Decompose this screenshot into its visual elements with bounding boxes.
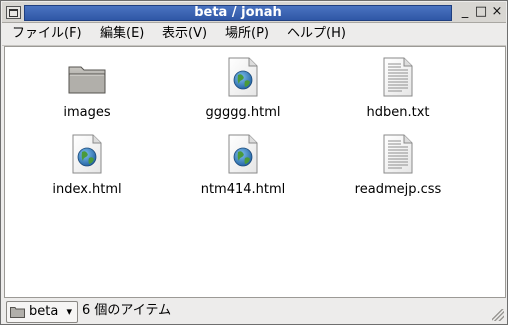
menu-file[interactable]: ファイル(F) xyxy=(12,26,82,42)
item-count: 6 個のアイテム xyxy=(82,303,172,318)
file-item-images[interactable]: images xyxy=(27,51,147,123)
maximize-button[interactable]: □ xyxy=(474,5,488,19)
menu-places[interactable]: 場所(P) xyxy=(225,26,269,42)
file-name: images xyxy=(63,105,111,120)
window-menu-icon[interactable] xyxy=(6,6,21,19)
status-bar: beta ▾ 6 個のアイテム xyxy=(2,298,506,323)
location-dropdown[interactable]: beta ▾ xyxy=(6,301,78,323)
resize-grip[interactable] xyxy=(492,309,504,321)
window-title: beta / jonah xyxy=(194,5,282,20)
file-item-readmejp-css[interactable]: readmejp.css xyxy=(338,128,458,200)
file-name: index.html xyxy=(52,182,122,197)
location-label: beta xyxy=(29,304,59,319)
menu-help[interactable]: ヘルプ(H) xyxy=(287,26,346,42)
text-file-icon xyxy=(383,57,413,97)
menu-edit[interactable]: 編集(E) xyxy=(100,26,144,42)
title-bar[interactable]: beta / jonah _ □ × xyxy=(2,2,506,23)
menu-bar: ファイル(F) 編集(E) 表示(V) 場所(P) ヘルプ(H) xyxy=(2,23,506,46)
menu-view[interactable]: 表示(V) xyxy=(162,26,207,42)
folder-icon xyxy=(10,307,25,318)
file-item-ggggg-html[interactable]: ggggg.html xyxy=(183,51,303,123)
file-manager-window: beta / jonah _ □ × ファイル(F) 編集(E) 表示(V) 場… xyxy=(0,0,508,325)
folder-icon xyxy=(68,66,106,94)
file-view[interactable]: images ggggg.html hdben.txt index.html n… xyxy=(4,46,506,298)
file-name: ggggg.html xyxy=(205,105,281,120)
text-file-icon xyxy=(383,134,413,174)
file-item-index-html[interactable]: index.html xyxy=(27,128,147,200)
file-item-hdben-txt[interactable]: hdben.txt xyxy=(338,51,458,123)
file-name: ntm414.html xyxy=(200,182,286,197)
file-name: readmejp.css xyxy=(354,182,442,197)
html-file-icon xyxy=(228,134,258,174)
file-name: hdben.txt xyxy=(366,105,430,120)
html-file-icon xyxy=(72,134,102,174)
chevron-down-icon: ▾ xyxy=(66,305,72,318)
file-item-ntm414-html[interactable]: ntm414.html xyxy=(183,128,303,200)
html-file-icon xyxy=(228,57,258,97)
minimize-button[interactable]: _ xyxy=(458,5,472,19)
title-bar-active-area[interactable]: beta / jonah xyxy=(24,5,452,21)
close-button[interactable]: × xyxy=(490,5,504,19)
